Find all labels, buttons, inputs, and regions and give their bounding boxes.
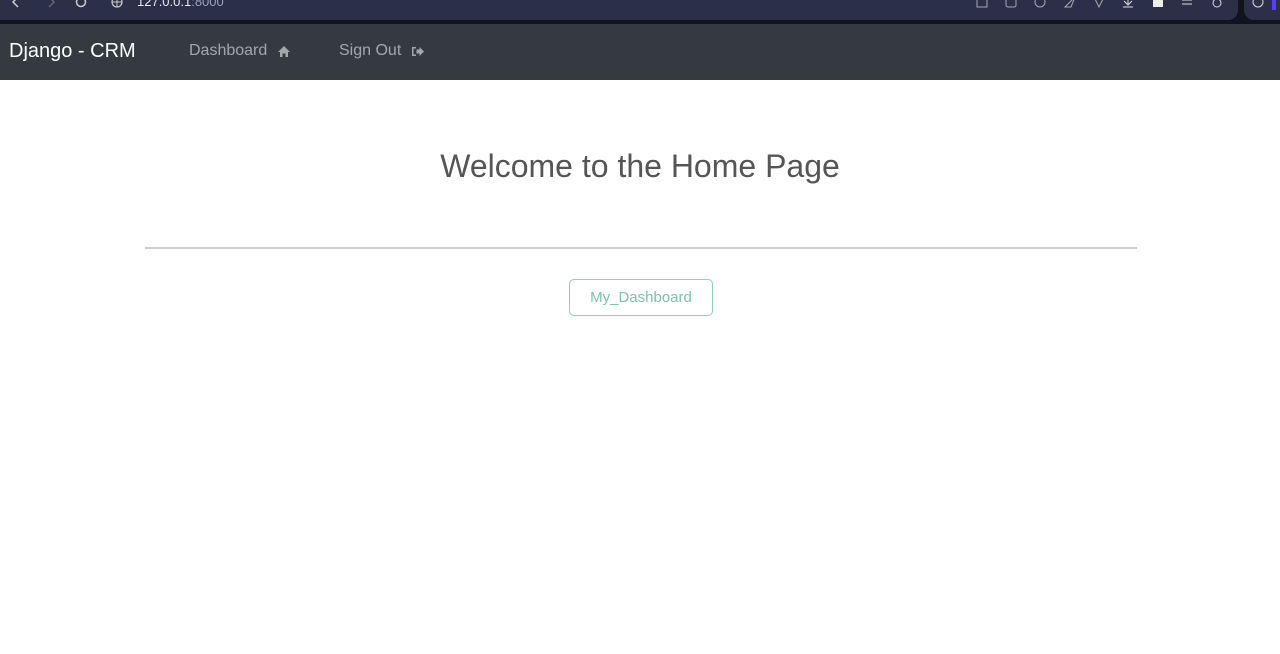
reload-icon[interactable] bbox=[75, 0, 87, 8]
extension-icon[interactable] bbox=[1252, 0, 1264, 8]
navbar: Django - CRM Dashboard Sign Out bbox=[0, 24, 1280, 80]
settings-icon[interactable] bbox=[1181, 0, 1193, 8]
url-port: :8000 bbox=[191, 0, 224, 9]
nav-sign-out-label: Sign Out bbox=[339, 42, 402, 59]
browser-toolbar: 127.0.0.1:8000 bbox=[0, 0, 1238, 20]
brand-link[interactable]: Django - CRM bbox=[9, 40, 136, 63]
back-icon[interactable] bbox=[10, 0, 22, 8]
my-dashboard-button[interactable]: My_Dashboard bbox=[569, 279, 713, 316]
home-icon bbox=[278, 45, 291, 57]
camera-icon[interactable] bbox=[1005, 0, 1017, 8]
extension-area bbox=[1244, 0, 1280, 20]
forward-icon[interactable] bbox=[45, 0, 57, 8]
browser-chrome: 127.0.0.1:8000 bbox=[0, 0, 1280, 24]
url-host: 127.0.0.1 bbox=[137, 0, 192, 9]
download-icon[interactable] bbox=[1122, 0, 1134, 8]
nav-dashboard-link[interactable]: Dashboard bbox=[189, 42, 291, 60]
accent-indicator bbox=[1272, 0, 1276, 10]
screenshot-icon[interactable] bbox=[976, 0, 988, 8]
vpn-icon[interactable] bbox=[1093, 0, 1105, 8]
divider bbox=[145, 247, 1137, 249]
page-title: Welcome to the Home Page bbox=[440, 148, 840, 184]
sidebar-icon[interactable] bbox=[1152, 0, 1164, 8]
sign-out-icon bbox=[412, 46, 425, 56]
profile-icon[interactable] bbox=[1211, 0, 1223, 8]
site-info-icon[interactable] bbox=[111, 0, 123, 8]
send-icon[interactable] bbox=[1064, 0, 1076, 8]
nav-sign-out-link[interactable]: Sign Out bbox=[339, 42, 425, 60]
nav-dashboard-label: Dashboard bbox=[189, 42, 268, 59]
shield-icon[interactable] bbox=[1034, 0, 1046, 8]
address-bar[interactable]: 127.0.0.1:8000 bbox=[137, 0, 224, 9]
